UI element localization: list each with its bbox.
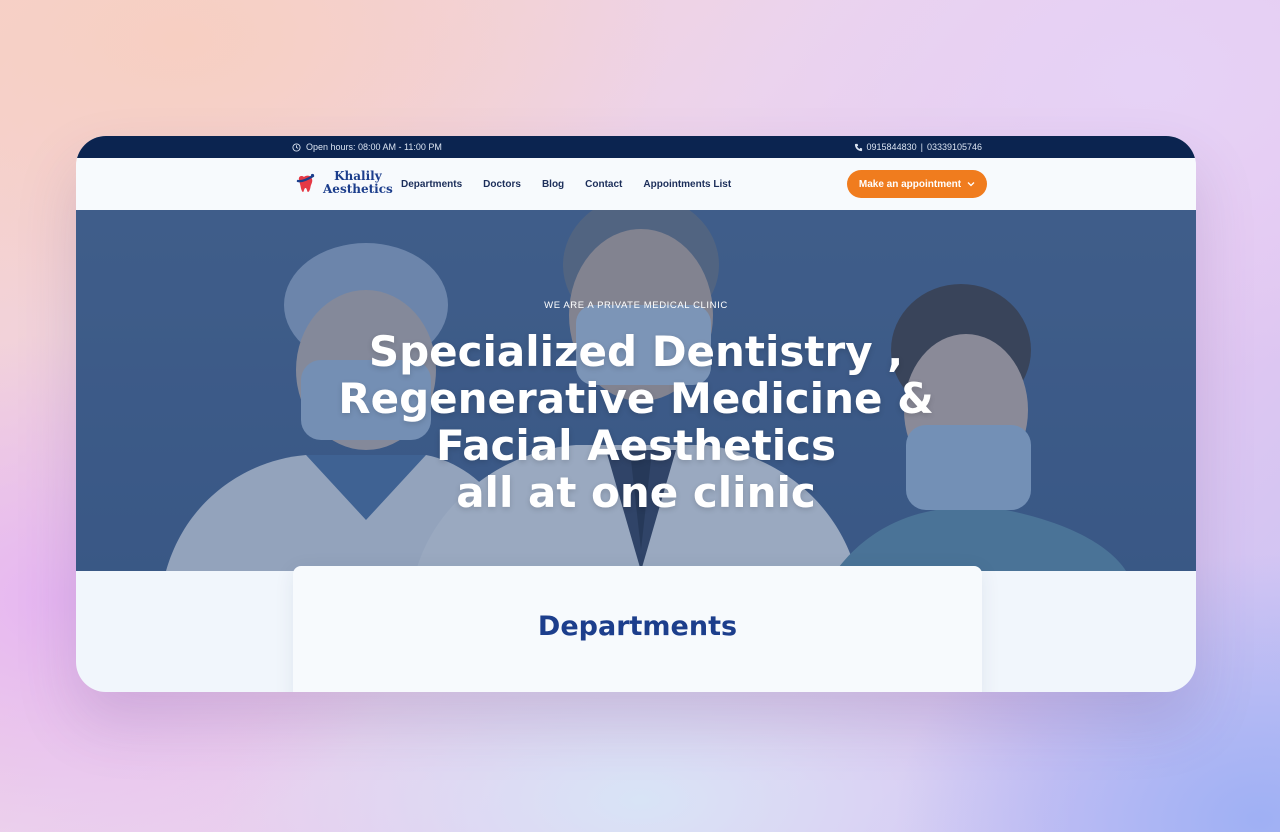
phone-icon — [854, 143, 862, 151]
hero-banner: WE ARE A PRIVATE MEDICAL CLINIC Speciali… — [76, 210, 1196, 571]
logo-text: Khalily Aesthetics — [323, 170, 393, 196]
headline-line-3: Facial Aesthetics — [435, 421, 837, 470]
main-navbar: Khalily Aesthetics Departments Doctors B… — [76, 158, 1196, 211]
nav-doctors[interactable]: Doctors — [483, 179, 521, 190]
open-hours-text: Open hours: 08:00 AM - 11:00 PM — [306, 142, 442, 152]
chevron-down-icon — [967, 182, 975, 187]
primary-nav: Departments Doctors Blog Contact Appoint… — [401, 158, 752, 210]
browser-window: Open hours: 08:00 AM - 11:00 PM 09158448… — [76, 136, 1196, 692]
nav-appointments-list[interactable]: Appointments List — [643, 179, 731, 190]
make-appointment-label: Make an appointment — [858, 178, 962, 190]
phone-2[interactable]: 03339105746 — [927, 142, 982, 152]
headline-line-1: Specialized Dentistry , — [368, 327, 904, 376]
departments-title: Departments — [537, 611, 738, 642]
logo-line-2: Aesthetics — [323, 182, 393, 196]
headline-line-2: Regenerative Medicine & — [338, 374, 934, 423]
phone-numbers: 0915844830 | 03339105746 — [854, 136, 982, 158]
phone-1[interactable]: 0915844830 — [867, 142, 917, 152]
site-logo[interactable]: Khalily Aesthetics — [296, 170, 393, 196]
tooth-logo-icon — [296, 173, 315, 192]
phone-separator: | — [920, 142, 923, 152]
clock-icon — [292, 142, 301, 152]
nav-blog[interactable]: Blog — [542, 179, 564, 190]
hero-eyebrow: WE ARE A PRIVATE MEDICAL CLINIC — [544, 300, 728, 311]
headline-line-4: all at one clinic — [456, 468, 816, 517]
open-hours: Open hours: 08:00 AM - 11:00 PM — [292, 136, 442, 158]
nav-contact[interactable]: Contact — [585, 179, 622, 190]
top-info-bar: Open hours: 08:00 AM - 11:00 PM 09158448… — [76, 136, 1196, 158]
nav-departments[interactable]: Departments — [401, 179, 462, 190]
make-appointment-button[interactable]: Make an appointment — [847, 170, 987, 198]
hero-headline: Specialized Dentistry , Regenerative Med… — [76, 328, 1196, 516]
departments-card: Departments — [293, 566, 982, 692]
